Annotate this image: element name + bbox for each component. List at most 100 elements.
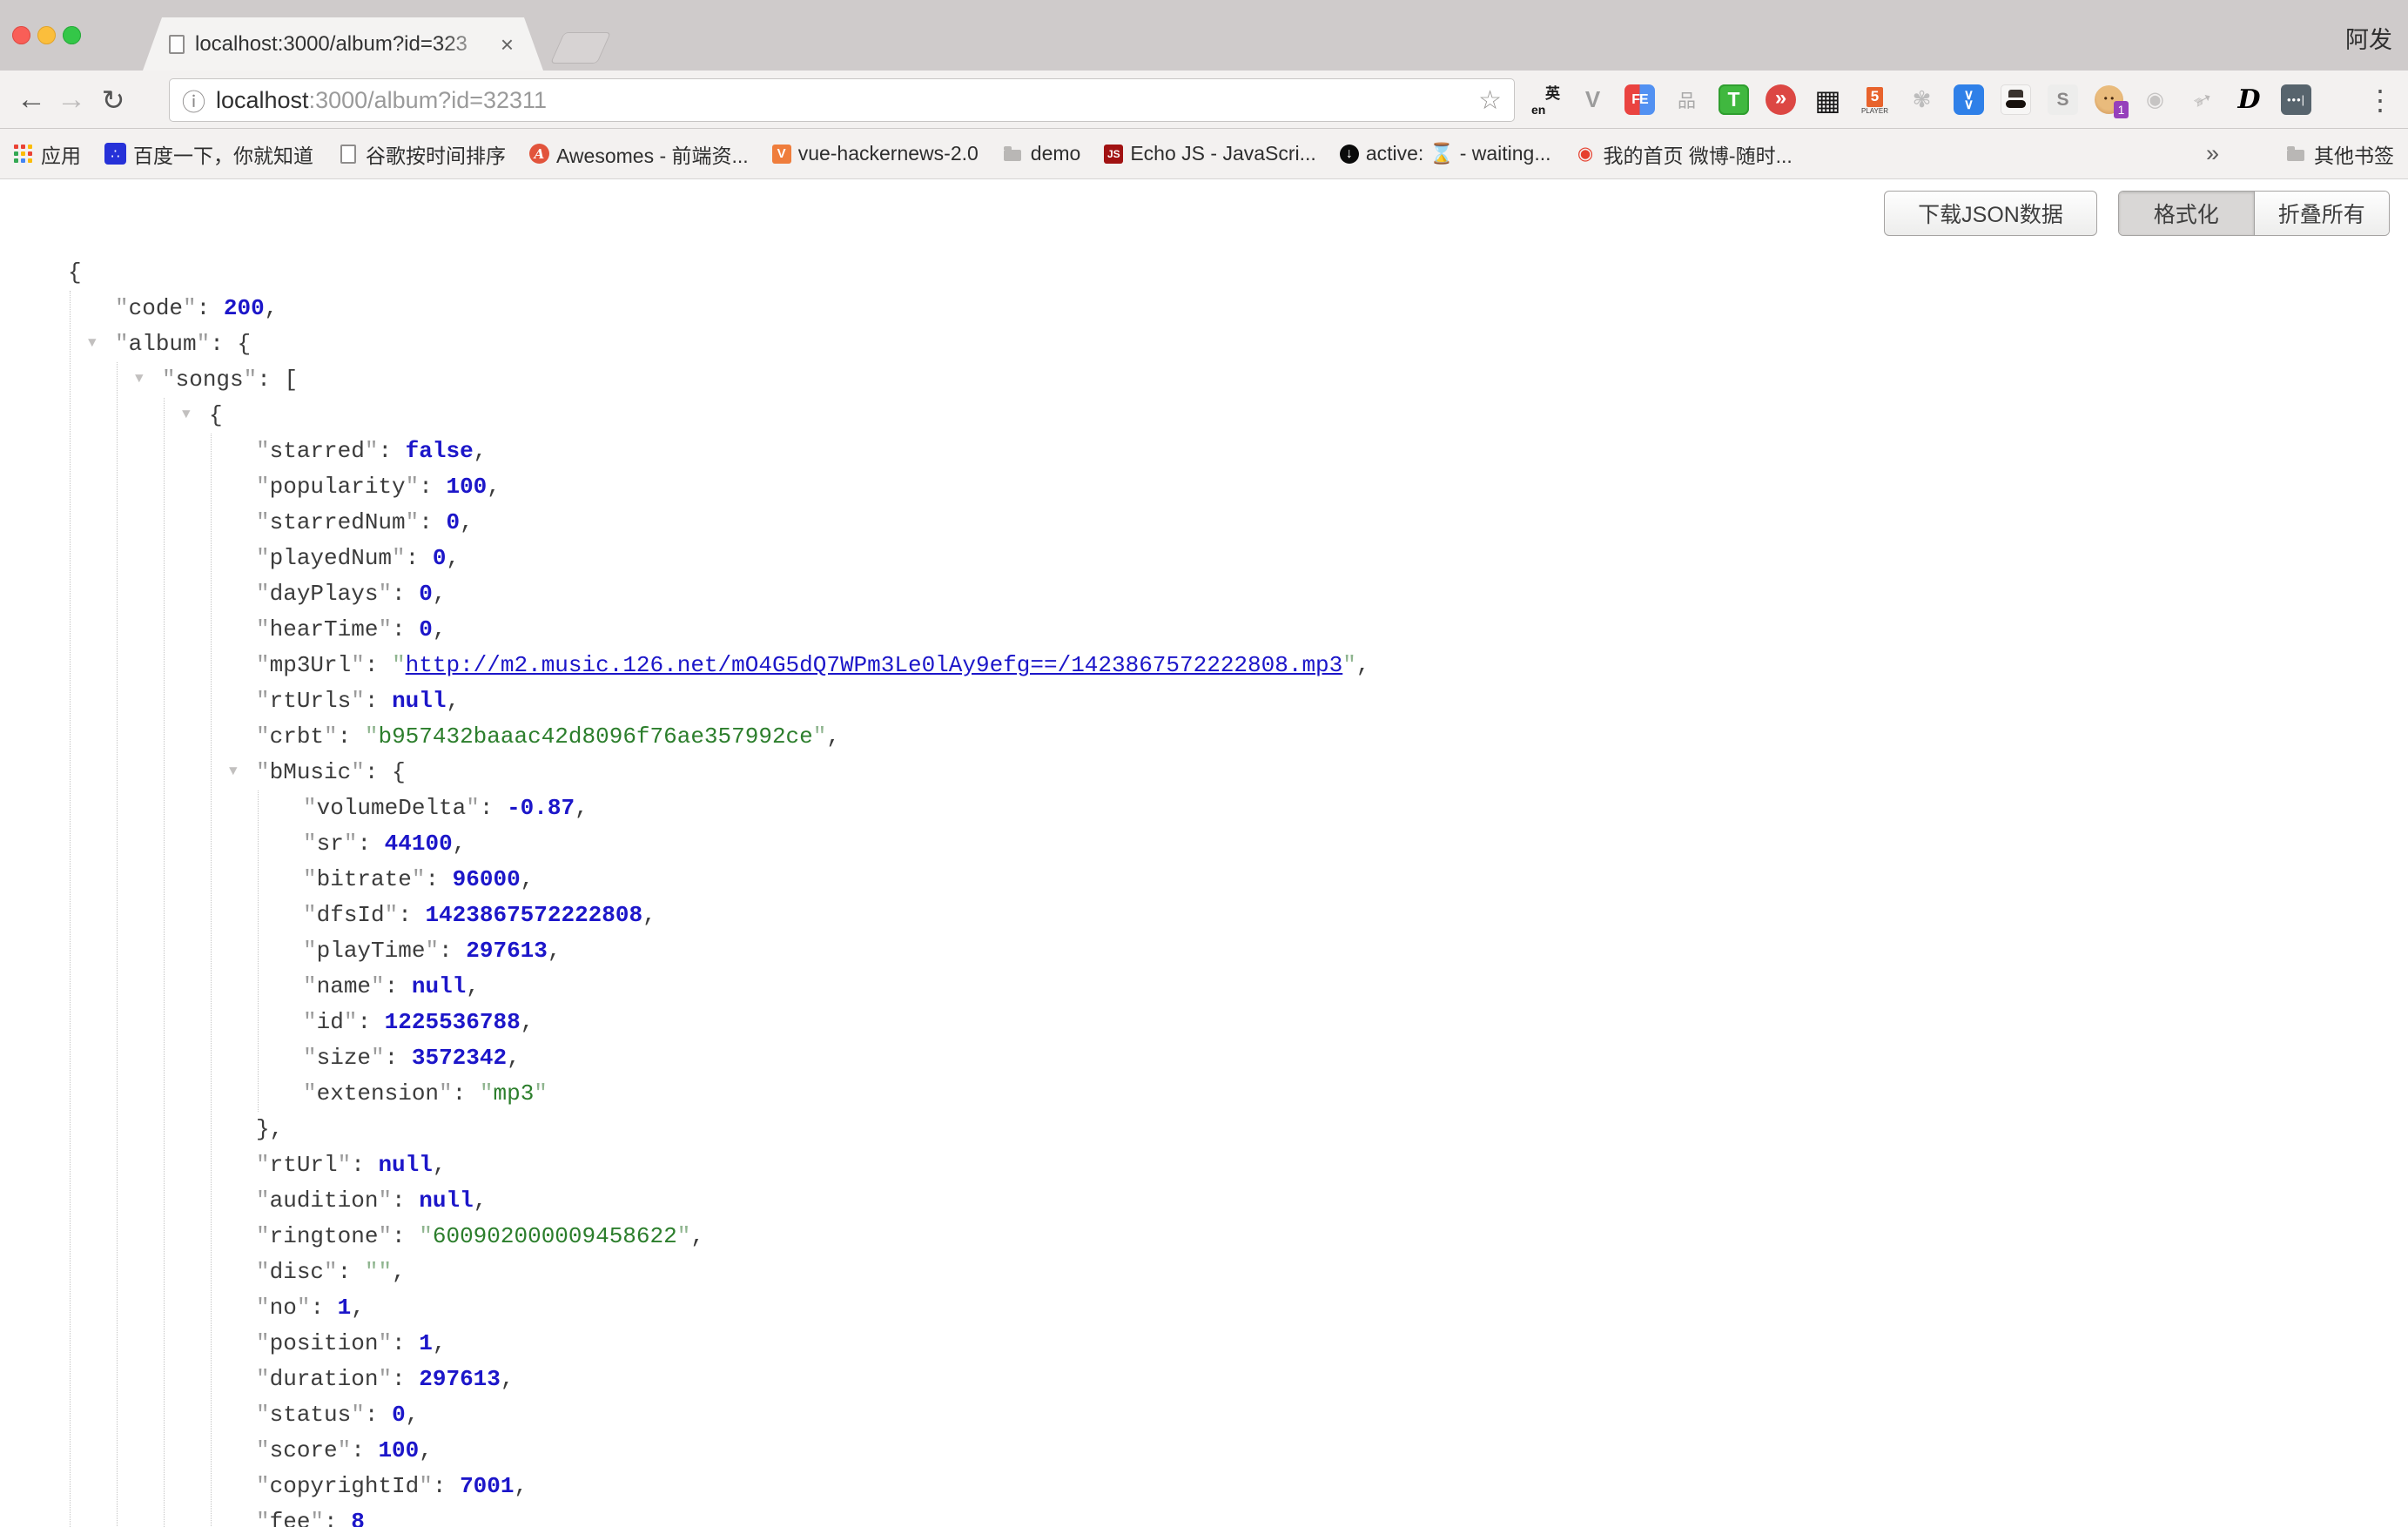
json-punctuation: : bbox=[351, 1152, 378, 1178]
hummingbird-icon[interactable] bbox=[2187, 84, 2217, 115]
quote-mark: " bbox=[351, 688, 365, 714]
weibo-gray-icon[interactable] bbox=[2140, 84, 2170, 115]
json-line: "code": 200, bbox=[115, 291, 2408, 326]
tab-title: localhost:3000/album?id=323 bbox=[195, 32, 495, 57]
download-manager-icon[interactable] bbox=[1954, 84, 1984, 115]
new-tab-button[interactable] bbox=[550, 32, 611, 64]
collapse-arrow-icon[interactable]: ▼ bbox=[229, 754, 238, 790]
quote-mark: " bbox=[419, 1223, 433, 1249]
json-key: hearTime bbox=[270, 616, 379, 642]
collapse-arrow-icon[interactable]: ▼ bbox=[182, 397, 191, 433]
bookmark-label: Awesomes - 前端资... bbox=[556, 139, 749, 169]
bookmark-item[interactable]: 谷歌按时间排序 bbox=[337, 139, 506, 169]
json-value: 96000 bbox=[453, 866, 521, 892]
json-punctuation: , bbox=[406, 1402, 420, 1428]
incognito-icon[interactable] bbox=[2001, 84, 2031, 115]
bookmark-item[interactable]: Awesomes - 前端资... bbox=[529, 139, 749, 169]
bookmark-item[interactable]: vue-hackernews-2.0 bbox=[772, 142, 979, 165]
json-line: "size": 3572342, bbox=[303, 1040, 2408, 1076]
html5-player-icon[interactable] bbox=[1860, 84, 1890, 115]
json-line: "crbt": "b957432baaac42d8096f76ae357992c… bbox=[256, 719, 2408, 755]
collapse-arrow-icon[interactable]: ▼ bbox=[88, 326, 97, 361]
translate-icon[interactable] bbox=[1530, 84, 1561, 115]
json-node: "code": 200, bbox=[115, 291, 2408, 326]
bookmark-label: demo bbox=[1031, 142, 1081, 165]
monkey-badge-icon[interactable]: 1 bbox=[2095, 85, 2123, 114]
back-button[interactable]: ← bbox=[12, 71, 50, 129]
json-bracket: { bbox=[209, 402, 223, 428]
json-value: false bbox=[406, 438, 474, 464]
json-punctuation: , bbox=[642, 902, 656, 928]
vue-devtools-icon[interactable] bbox=[1577, 84, 1608, 115]
quote-mark: " bbox=[392, 545, 406, 571]
quote-mark: " bbox=[365, 438, 379, 464]
bookmark-item[interactable]: 百度一下，你就知道 bbox=[104, 139, 313, 169]
bookmark-item[interactable]: 我的首页 微博-随时... bbox=[1575, 139, 1793, 169]
bookmark-star-icon[interactable]: ☆ bbox=[1478, 85, 1502, 116]
quote-mark: " bbox=[256, 474, 270, 500]
format-button[interactable]: 格式化 bbox=[2119, 192, 2255, 235]
json-node: "fee": 8 bbox=[256, 1504, 2408, 1527]
quote-mark: " bbox=[256, 1187, 270, 1214]
json-key: ringtone bbox=[270, 1223, 379, 1249]
json-url-link[interactable]: http://m2.music.126.net/mO4G5dQ7WPm3Le0l… bbox=[406, 652, 1343, 678]
json-line: "audition": null, bbox=[256, 1183, 2408, 1219]
quote-mark: " bbox=[256, 1152, 270, 1178]
collapse-arrow-icon[interactable]: ▼ bbox=[135, 361, 144, 397]
json-value: 200 bbox=[224, 295, 265, 321]
sitemap-icon[interactable] bbox=[1671, 84, 1702, 115]
quote-mark: " bbox=[256, 759, 270, 785]
json-line: "bitrate": 96000, bbox=[303, 862, 2408, 898]
quote-mark: " bbox=[256, 616, 270, 642]
minimize-window-button[interactable] bbox=[37, 26, 56, 44]
collapse-all-button[interactable]: 折叠所有 bbox=[2255, 192, 2390, 235]
json-line: "rtUrls": null, bbox=[256, 683, 2408, 719]
info-icon[interactable]: ⓘ bbox=[182, 84, 205, 118]
download-json-button[interactable]: 下载JSON数据 bbox=[1884, 191, 2097, 236]
json-node: "id": 1225536788, bbox=[303, 1005, 2408, 1040]
video-speed-icon[interactable] bbox=[1766, 84, 1796, 115]
paw-icon[interactable] bbox=[1907, 84, 1937, 115]
bookmark-item[interactable]: demo bbox=[1002, 142, 1081, 165]
json-line: "ringtone": "600902000009458622", bbox=[256, 1219, 2408, 1255]
sass-icon[interactable] bbox=[2048, 84, 2078, 115]
quote-mark: " bbox=[378, 1223, 392, 1249]
tampermonkey-icon[interactable] bbox=[1719, 84, 1749, 115]
other-bookmarks-button[interactable]: 其他书签 bbox=[2285, 139, 2394, 169]
darkreader-icon[interactable] bbox=[2234, 84, 2264, 115]
json-punctuation: : bbox=[392, 616, 419, 642]
address-bar[interactable]: ⓘ localhost:3000/album?id=32311 ☆ bbox=[169, 78, 1515, 122]
json-line: "starredNum": 0, bbox=[256, 505, 2408, 541]
json-punctuation: : bbox=[453, 1080, 480, 1107]
qrcode-icon[interactable] bbox=[1813, 84, 1843, 115]
json-line: "id": 1225536788, bbox=[303, 1005, 2408, 1040]
bookmark-item[interactable]: Echo JS - JavaScri... bbox=[1104, 142, 1315, 165]
folder-icon bbox=[1002, 143, 1024, 165]
json-value: 0 bbox=[419, 616, 433, 642]
profile-name[interactable]: 阿发 bbox=[2345, 21, 2392, 55]
fe-icon[interactable] bbox=[1624, 84, 1655, 115]
zoom-window-button[interactable] bbox=[63, 26, 81, 44]
quote-mark: " bbox=[256, 438, 270, 464]
quote-mark: " bbox=[115, 331, 129, 357]
quote-mark: " bbox=[256, 1509, 270, 1527]
password-manager-icon[interactable] bbox=[2281, 84, 2311, 115]
json-punctuation: : bbox=[406, 545, 433, 571]
close-window-button[interactable] bbox=[12, 26, 30, 44]
json-line: "rtUrl": null, bbox=[256, 1147, 2408, 1183]
bookmark-item[interactable]: 应用 bbox=[12, 139, 81, 169]
bookmarks-overflow-icon[interactable]: » bbox=[2206, 140, 2219, 167]
json-value: null bbox=[392, 688, 446, 714]
quote-mark: " bbox=[338, 1437, 352, 1463]
browser-menu-icon[interactable]: ⋮ bbox=[2364, 71, 2396, 129]
json-key: volumeDelta bbox=[317, 795, 467, 821]
json-value: null bbox=[419, 1187, 473, 1214]
json-line: ▼{ bbox=[68, 255, 2408, 291]
bookmark-item[interactable]: active: ⌛ - waiting... bbox=[1340, 142, 1551, 165]
quote-mark: " bbox=[303, 1045, 317, 1071]
json-node: "hearTime": 0, bbox=[256, 612, 2408, 648]
json-punctuation: : bbox=[392, 1330, 419, 1356]
reload-button[interactable]: ↻ bbox=[94, 71, 132, 129]
tab-close-icon[interactable]: × bbox=[501, 33, 514, 56]
browser-tab[interactable]: localhost:3000/album?id=323 × bbox=[143, 17, 543, 71]
